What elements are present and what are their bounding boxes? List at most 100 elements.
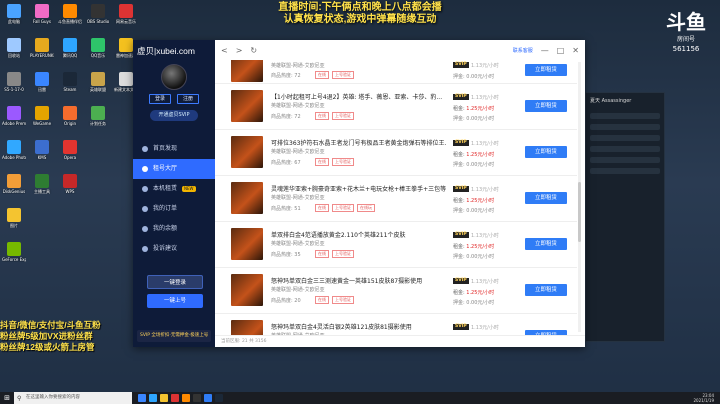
desktop-icon[interactable]: Adobe Premiere (2, 106, 26, 136)
taskbar-search[interactable]: ⚲ 在这里输入你要搜索的内容 (14, 392, 132, 404)
listing-server: 英雄联盟-网通-艾欧尼亚 (271, 103, 325, 109)
desktop-icon[interactable]: OBS Studio (86, 4, 110, 34)
rent-now-button[interactable]: 立即租赁 (525, 64, 567, 76)
obs-icon[interactable] (193, 394, 201, 402)
svip-badge: SVIP (453, 186, 469, 192)
search-icon: ⚲ (17, 395, 22, 402)
desktop-icon[interactable]: PLAYERUNKNOWN'S BATTLEGR... (30, 38, 54, 68)
desktop-icon[interactable]: DiskGenius (2, 174, 26, 204)
steam-icon[interactable] (215, 394, 223, 402)
desktop-icon[interactable]: Steam (58, 72, 82, 102)
system-tray[interactable]: 23:04 2021/1/19 (693, 393, 720, 403)
auth-buttons: 登录 注册 (133, 94, 215, 104)
listing-thumbnail[interactable] (231, 90, 263, 122)
rent-now-button[interactable]: 立即租赁 (525, 284, 567, 296)
listing-row[interactable]: 怒神玛单双白金4灵活白银2英雄121皮肤81摄影使用英雄联盟-网通-艾欧尼亚SV… (215, 314, 577, 335)
listing-thumbnail[interactable] (231, 182, 263, 214)
listing-title[interactable]: 可排位363护符石水晶王者龙门号有极品王者黄金炮弹石等排位王... (271, 138, 446, 147)
desktop-icon[interactable]: Adobe Photoshop (2, 140, 26, 170)
refresh-icon[interactable]: ↻ (250, 46, 257, 55)
desktop-icon[interactable]: WeGame (30, 106, 54, 136)
desktop-icon[interactable]: 腾讯QQ (58, 38, 82, 68)
customer-service-link[interactable]: 联系客服 (513, 47, 533, 54)
desktop-icon[interactable]: 回收站 (2, 38, 26, 68)
fan-line-3: 粉丝牌12级或火箭上房管 (0, 342, 95, 352)
app-icon (63, 38, 77, 52)
desktop-icon[interactable]: GeForce Experience (2, 242, 26, 272)
desktop-icon[interactable]: 英雄联盟 (86, 72, 110, 102)
windows-start-icon[interactable]: ⊞ (0, 392, 14, 404)
desktop-icon[interactable]: Origin (58, 106, 82, 136)
sidebar-item[interactable]: 我的订单 (133, 199, 215, 219)
sidebar-item[interactable]: 租号大厅 (133, 159, 215, 179)
rent-now-button[interactable]: 立即租赁 (525, 146, 567, 158)
listing-title[interactable]: 怒神玛单双白金三三测速黄金一英雄151皮肤87摄影使用 (271, 276, 446, 285)
one-click-login-button[interactable]: 一键登录 (147, 275, 203, 289)
desktop-icon[interactable]: 迅雷 (30, 72, 54, 102)
one-click-account-button[interactable]: 一键上号 (147, 294, 203, 308)
app-icon (91, 4, 105, 18)
folder-icon[interactable] (160, 394, 168, 402)
desktop-icon[interactable]: QQ音乐 (86, 38, 110, 68)
scrollbar[interactable] (578, 62, 581, 332)
room-label: 房间号 (676, 36, 695, 43)
listing-title[interactable]: 灵魂莲华亚索+腕豪奇亚索+花木兰+电玩女枪+棒王拳手+三包等... (271, 184, 446, 193)
desktop-icon[interactable]: 斗鱼直播伴侣 (58, 4, 82, 34)
listing-thumbnail[interactable] (231, 320, 263, 335)
desktop-icon[interactable]: S5-1-17-0 (2, 72, 26, 102)
app-icon (35, 174, 49, 188)
listing-title[interactable]: 【1小时起租可上号4退2】英雄: 塔手、薇恩、亚索、卡莎、豹... (271, 92, 446, 101)
rent-now-button[interactable]: 立即租赁 (525, 192, 567, 204)
listing-row[interactable]: 英雄联盟-网通-艾欧尼亚 商品热度: 72 在线 上号验证 SVIP 1.13元/小时 押金… (215, 60, 577, 84)
listing-row[interactable]: 【1小时起租可上号4退2】英雄: 塔手、薇恩、亚索、卡莎、豹... 英雄联盟-网通… (215, 84, 577, 130)
close-icon[interactable]: ✕ (572, 46, 579, 55)
listing-title[interactable]: 怒神玛单双白金4灵活白银2英雄121皮肤81摄影使用 (271, 322, 446, 331)
desktop-icon[interactable]: Opera (58, 140, 82, 170)
open-svip-button[interactable]: 开通虚贝SVIP (150, 110, 198, 121)
register-button[interactable]: 注册 (177, 94, 199, 104)
music-icon[interactable] (171, 394, 179, 402)
desktop-icon[interactable]: 计划任务 (86, 106, 110, 136)
avatar[interactable] (161, 64, 187, 90)
tag: 上号验证 (332, 204, 354, 212)
listing-title[interactable]: 单双排白金4范语播放黄金2.110个英雄211个皮肤 (271, 230, 446, 239)
xubei-icon[interactable] (204, 394, 212, 402)
listing-row[interactable]: 可排位363护符石水晶王者龙门号有极品王者黄金炮弹石等排位王... 英雄联盟-网通… (215, 130, 577, 176)
login-button[interactable]: 登录 (149, 94, 171, 104)
listing-row[interactable]: 灵魂莲华亚索+腕豪奇亚索+花木兰+电玩女枪+棒王拳手+三包等... 英雄联盟-网通… (215, 176, 577, 222)
desktop-icon[interactable]: 网易云音乐 (114, 4, 138, 34)
taskview-icon[interactable] (138, 394, 146, 402)
desktop-icon[interactable]: WPS (58, 174, 82, 204)
browser-icon[interactable] (149, 394, 157, 402)
listing-thumbnail[interactable] (231, 60, 263, 82)
listing-thumbnail[interactable] (231, 274, 263, 306)
listing-thumbnail[interactable] (231, 136, 263, 168)
svip-promo-bar[interactable]: SVIP 全场折扣·无需押金·极速上号 (137, 330, 211, 342)
sidebar-item[interactable]: 本机租赁 NEW (133, 179, 215, 199)
desktop-icon[interactable]: 此电脑 (2, 4, 26, 34)
minimize-icon[interactable]: — (541, 46, 549, 55)
desktop-icon-label: 此电脑 (8, 19, 20, 24)
sidebar-item[interactable]: 投诉建议 (133, 239, 215, 259)
desktop-icon[interactable]: Fall Guys (30, 4, 54, 34)
back-icon[interactable]: < (221, 46, 228, 55)
desktop-icon[interactable]: 主播工具 (30, 174, 54, 204)
desktop-icon[interactable]: KMS (30, 140, 54, 170)
rent-now-button[interactable]: 立即租赁 (525, 238, 567, 250)
app-icon (7, 106, 21, 120)
listing-row[interactable]: 单双排白金4范语播放黄金2.110个英雄211个皮肤 英雄联盟-网通-艾欧尼亚 商品… (215, 222, 577, 268)
app-icon (91, 38, 105, 52)
sidebar-item[interactable]: 首页发现 (133, 139, 215, 159)
desktop-icon[interactable]: 图片 (2, 208, 26, 238)
listing-row[interactable]: 怒神玛单双白金三三测速黄金一英雄151皮肤87摄影使用 英雄联盟-网通-艾欧尼亚商… (215, 268, 577, 314)
listing-server: 英雄联盟-网通-艾欧尼亚 (271, 195, 325, 201)
forward-icon[interactable]: > (236, 46, 243, 55)
menu-item-icon (142, 246, 148, 252)
listing-deposit: 押金: 0.00元/小时 (453, 208, 495, 214)
sidebar-item[interactable]: 我的余额 (133, 219, 215, 239)
maximize-icon[interactable]: □ (557, 46, 565, 55)
listing-thumbnail[interactable] (231, 228, 263, 260)
douyu-icon[interactable] (182, 394, 190, 402)
desktop-icon-label: PLAYERUNKNOWN'S BATTLEGR... (30, 53, 54, 58)
rent-now-button[interactable]: 立即租赁 (525, 100, 567, 112)
